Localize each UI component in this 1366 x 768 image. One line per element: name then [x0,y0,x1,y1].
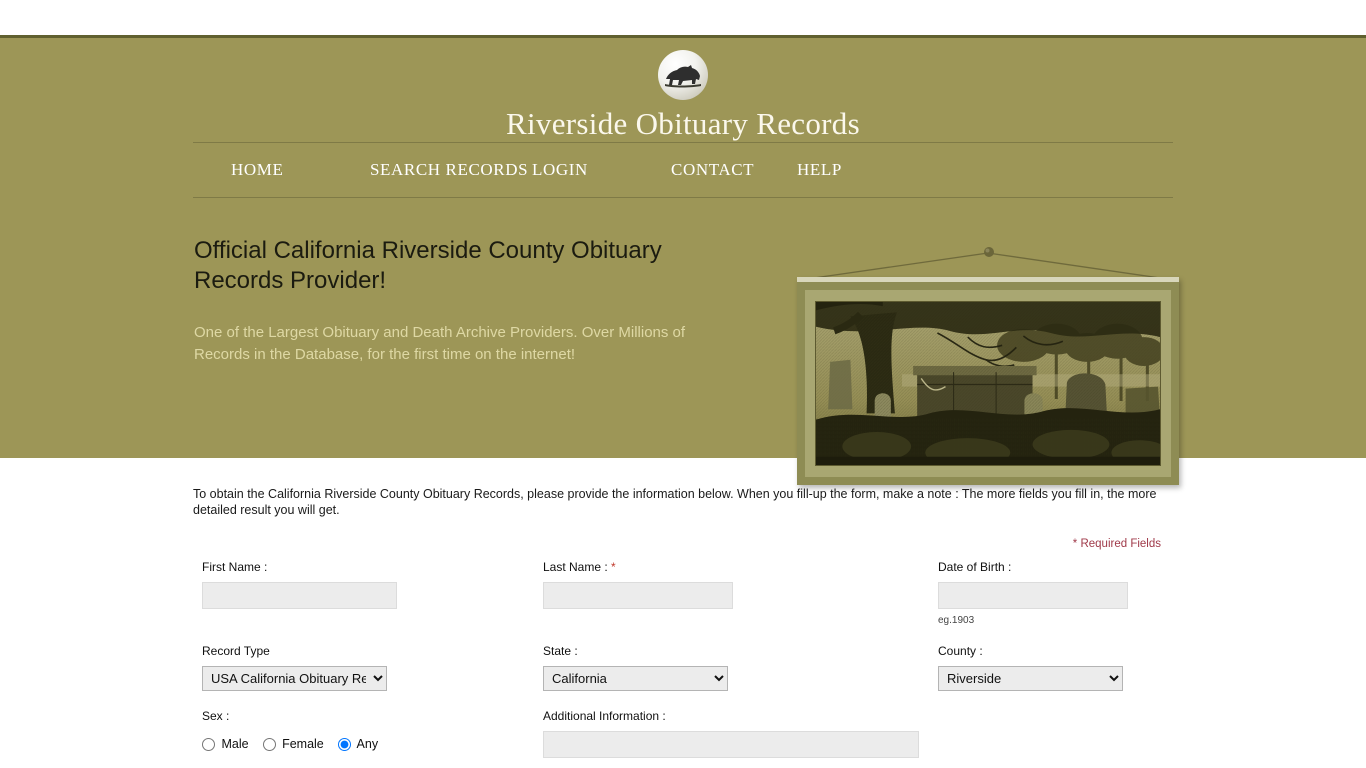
sex-radio-group: Male Female Any [202,731,543,752]
additional-information-input[interactable] [543,731,919,758]
county-group: County : Riverside [938,644,1173,691]
site-logo[interactable] [193,38,1173,100]
additional-information-label: Additional Information : [543,709,666,723]
sex-option-female[interactable]: Female [262,737,324,752]
form-row-spacer [938,709,1173,758]
browser-chrome-strip [0,0,1366,35]
additional-information-group: Additional Information : [543,709,938,758]
record-type-group: Record Type USA California Obituary Reco… [193,644,543,691]
sex-radio-any[interactable] [337,738,351,752]
nav-item-contact[interactable]: CONTACT [671,160,797,180]
record-type-select[interactable]: USA California Obituary Records [202,666,387,691]
nav-item-search-records[interactable]: SEARCH RECORDS [370,160,532,180]
page-title: Riverside Obituary Records [506,106,860,141]
hero-banner: Riverside Obituary Records HOME SEARCH R… [0,35,1366,485]
date-of-birth-group: Date of Birth : eg.1903 [938,560,1173,626]
state-label: State : [543,644,578,658]
picture-frame [797,277,1179,485]
last-name-label: Last Name : * [543,560,938,574]
first-name-label: First Name : [202,560,268,574]
search-form-section: To obtain the California Riverside Count… [193,458,1173,758]
hero-heading: Official California Riverside County Obi… [194,237,662,294]
hero-subheading: One of the Largest Obituary and Death Ar… [194,324,686,363]
form-row-names: First Name : Last Name : * Date of Birth… [193,560,1173,626]
county-label: County : [938,644,983,658]
date-of-birth-label: Date of Birth : [938,560,1012,574]
date-of-birth-input[interactable] [938,582,1128,609]
last-name-required-asterisk: * [611,560,616,574]
sex-radio-female[interactable] [262,738,276,752]
sex-label: Sex : [202,709,230,723]
last-name-input[interactable] [543,582,733,609]
nav-item-help[interactable]: HELP [797,160,917,180]
state-group: State : California [543,644,938,691]
nav-item-home[interactable]: HOME [231,160,370,180]
sex-radio-male[interactable] [202,738,215,752]
last-name-label-text: Last Name : [543,560,608,574]
sex-group: Sex : Male Female Any [193,709,543,758]
picture-mat [805,290,1171,477]
sex-option-male-label: Male [221,737,249,751]
sex-option-any[interactable]: Any [337,737,379,752]
form-row-selects: Record Type USA California Obituary Reco… [193,644,1173,691]
form-row-sex-additional: Sex : Male Female Any Additional Informa… [193,709,1173,758]
date-of-birth-hint: eg.1903 [938,615,975,626]
state-select[interactable]: California [543,666,728,691]
record-type-label: Record Type [202,644,270,658]
required-fields-note: * Required Fields [1072,538,1161,550]
nav-item-login[interactable]: LOGIN [532,160,671,180]
california-bear-icon [658,50,708,100]
first-name-group: First Name : [193,560,543,626]
sex-option-any-label: Any [356,737,379,751]
main-navigation: HOME SEARCH RECORDS LOGIN CONTACT HELP [193,143,1173,197]
sex-option-male[interactable]: Male [202,737,249,752]
form-intro-text: To obtain the California Riverside Count… [193,487,1157,517]
framed-cemetery-picture [789,243,1181,488]
first-name-input[interactable] [202,582,397,609]
cemetery-engraving-image [815,301,1161,466]
county-select[interactable]: Riverside [938,666,1123,691]
last-name-group: Last Name : * [543,560,938,626]
sex-option-female-label: Female [282,737,324,751]
